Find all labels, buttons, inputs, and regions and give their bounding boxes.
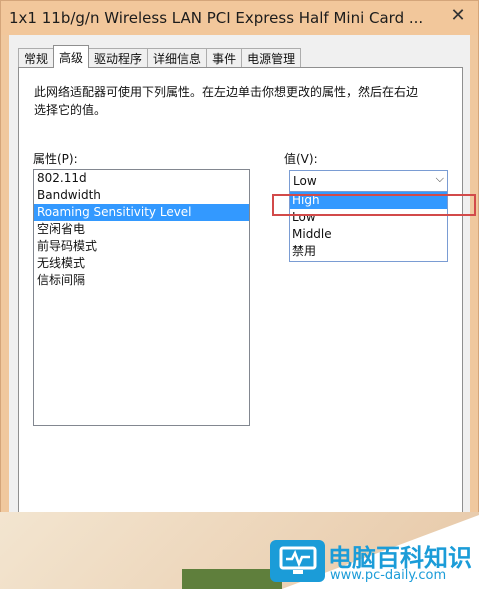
watermark-site-url: www.pc-daily.com	[330, 568, 447, 583]
dialog-client-area: 常规 高级 驱动程序 详细信息 事件 电源管理 此网络适配器可使用下列属性。在左…	[9, 35, 476, 588]
tab-details[interactable]: 详细信息	[147, 48, 208, 68]
advanced-panel: 此网络适配器可使用下列属性。在左边单击你想更改的属性，然后在右边选择它的值。 属…	[18, 67, 476, 556]
value-dropdown-current: Low	[293, 174, 317, 188]
tab-driver[interactable]: 驱动程序	[88, 48, 149, 68]
monitor-icon	[270, 540, 325, 582]
chevron-down-icon[interactable]: ⌵	[436, 172, 444, 186]
annotation-highlight-box	[272, 194, 476, 216]
value-label: 值(V):	[284, 152, 318, 166]
window-title: 1x1 11b/g/n Wireless LAN PCI Express Hal…	[9, 9, 424, 27]
property-item-roaming-sensitivity[interactable]: Roaming Sensitivity Level	[34, 204, 249, 221]
panel-description: 此网络适配器可使用下列属性。在左边单击你想更改的属性，然后在右边选择它的值。	[34, 85, 419, 117]
property-listbox[interactable]: 802.11d Bandwidth Roaming Sensitivity Le…	[33, 169, 250, 426]
close-button[interactable]: ✕	[438, 1, 478, 29]
tab-power-management[interactable]: 电源管理	[241, 48, 302, 68]
property-item-80211d[interactable]: 802.11d	[34, 170, 249, 187]
value-option-middle[interactable]: Middle	[290, 226, 447, 243]
watermark-strip	[182, 569, 282, 589]
property-item-preamble-mode[interactable]: 前导码模式	[34, 238, 249, 255]
value-option-disabled[interactable]: 禁用	[290, 243, 447, 260]
property-item-beacon-interval[interactable]: 信标间隔	[34, 272, 249, 289]
value-dropdown[interactable]: Low ⌵	[289, 170, 448, 192]
property-item-wireless-mode[interactable]: 无线模式	[34, 255, 249, 272]
tab-advanced[interactable]: 高级	[53, 45, 90, 68]
tab-general[interactable]: 常规	[18, 48, 55, 68]
property-label: 属性(P):	[33, 152, 78, 166]
property-item-bandwidth[interactable]: Bandwidth	[34, 187, 249, 204]
tab-events[interactable]: 事件	[206, 48, 243, 68]
property-item-idle-power-save[interactable]: 空闲省电	[34, 221, 249, 238]
title-bar[interactable]: 1x1 11b/g/n Wireless LAN PCI Express Hal…	[1, 1, 478, 35]
properties-window: 1x1 11b/g/n Wireless LAN PCI Express Hal…	[0, 0, 479, 589]
tab-strip: 常规 高级 驱动程序 详细信息 事件 电源管理	[18, 45, 302, 68]
close-icon: ✕	[450, 4, 466, 26]
